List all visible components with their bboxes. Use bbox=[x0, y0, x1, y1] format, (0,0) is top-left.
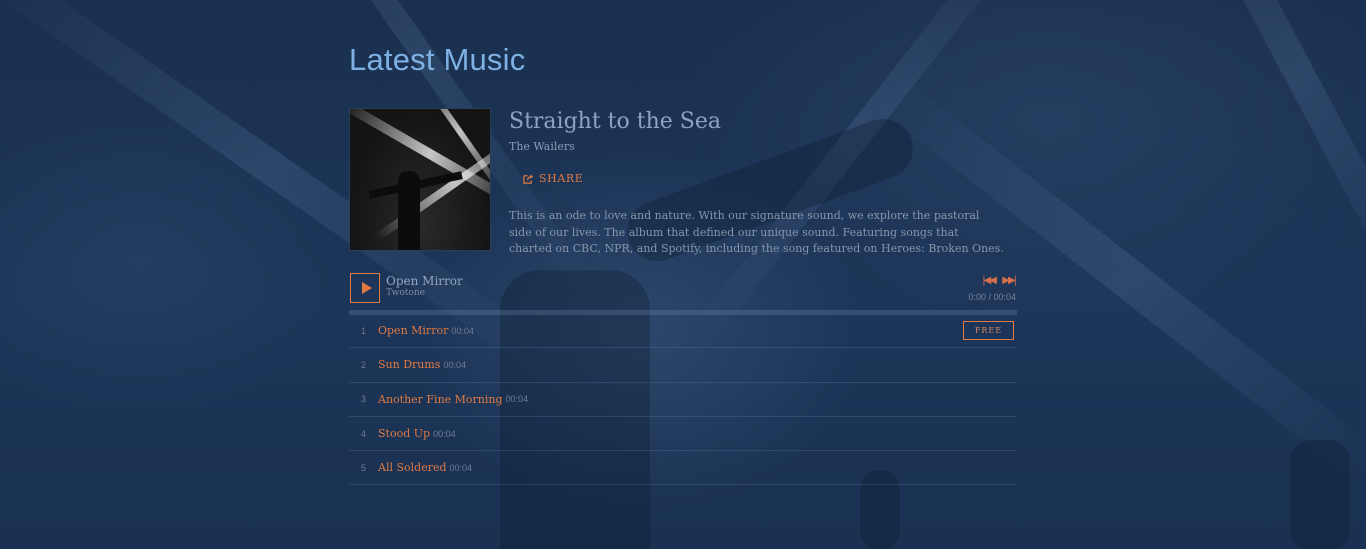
track-number: 1 bbox=[360, 325, 366, 336]
now-playing-artist: Twotone bbox=[386, 288, 425, 298]
audio-player: Open Mirror Twotone |◀◀ ▶▶| 0:00 / 00:04 bbox=[349, 273, 1017, 317]
play-button[interactable] bbox=[350, 273, 380, 303]
track-number: 5 bbox=[360, 462, 366, 473]
album-title: Straight to the Sea bbox=[509, 109, 721, 134]
share-button[interactable]: SHARE bbox=[523, 172, 583, 185]
now-playing-title: Open Mirror bbox=[386, 274, 463, 288]
track-title[interactable]: Open Mirror bbox=[378, 324, 448, 337]
share-label: SHARE bbox=[539, 172, 584, 185]
skip-next-icon[interactable]: ▶▶| bbox=[1002, 275, 1017, 286]
track-row[interactable]: 2 Sun Drums 00:04 bbox=[349, 348, 1017, 383]
page-title: Latest Music bbox=[349, 42, 526, 77]
track-row[interactable]: 3 Another Fine Morning 00:04 bbox=[349, 383, 1017, 417]
album-info: Straight to the Sea The Wailers SHARE Th… bbox=[509, 108, 1009, 258]
track-title[interactable]: Another Fine Morning bbox=[378, 393, 503, 406]
track-list: 1 Open Mirror 00:04 FREE 2 Sun Drums 00:… bbox=[349, 314, 1017, 486]
track-title[interactable]: Sun Drums bbox=[378, 358, 440, 371]
track-row[interactable]: 1 Open Mirror 00:04 FREE bbox=[349, 314, 1017, 349]
track-duration: 00:04 bbox=[433, 428, 456, 439]
share-icon bbox=[523, 174, 534, 184]
track-duration: 00:04 bbox=[449, 462, 473, 473]
free-download-button[interactable]: FREE bbox=[963, 321, 1014, 340]
track-duration: 00:04 bbox=[505, 394, 529, 405]
track-title[interactable]: All Soldered bbox=[378, 461, 447, 474]
album-description: This is an ode to love and nature. With … bbox=[509, 209, 1004, 255]
track-number: 4 bbox=[360, 428, 366, 439]
time-display: 0:00 / 00:04 bbox=[968, 292, 1016, 302]
track-number: 2 bbox=[360, 359, 366, 370]
album-cover bbox=[349, 108, 491, 251]
skip-previous-icon[interactable]: |◀◀ bbox=[982, 275, 997, 286]
track-number: 3 bbox=[360, 394, 366, 405]
track-title[interactable]: Stood Up bbox=[378, 427, 430, 440]
track-duration: 00:04 bbox=[443, 359, 466, 370]
track-row[interactable]: 5 All Soldered 00:04 bbox=[349, 451, 1017, 486]
track-duration: 00:04 bbox=[451, 325, 474, 336]
play-icon bbox=[361, 282, 372, 294]
track-row[interactable]: 4 Stood Up 00:04 bbox=[349, 417, 1017, 452]
album-artist: The Wailers bbox=[509, 140, 575, 153]
